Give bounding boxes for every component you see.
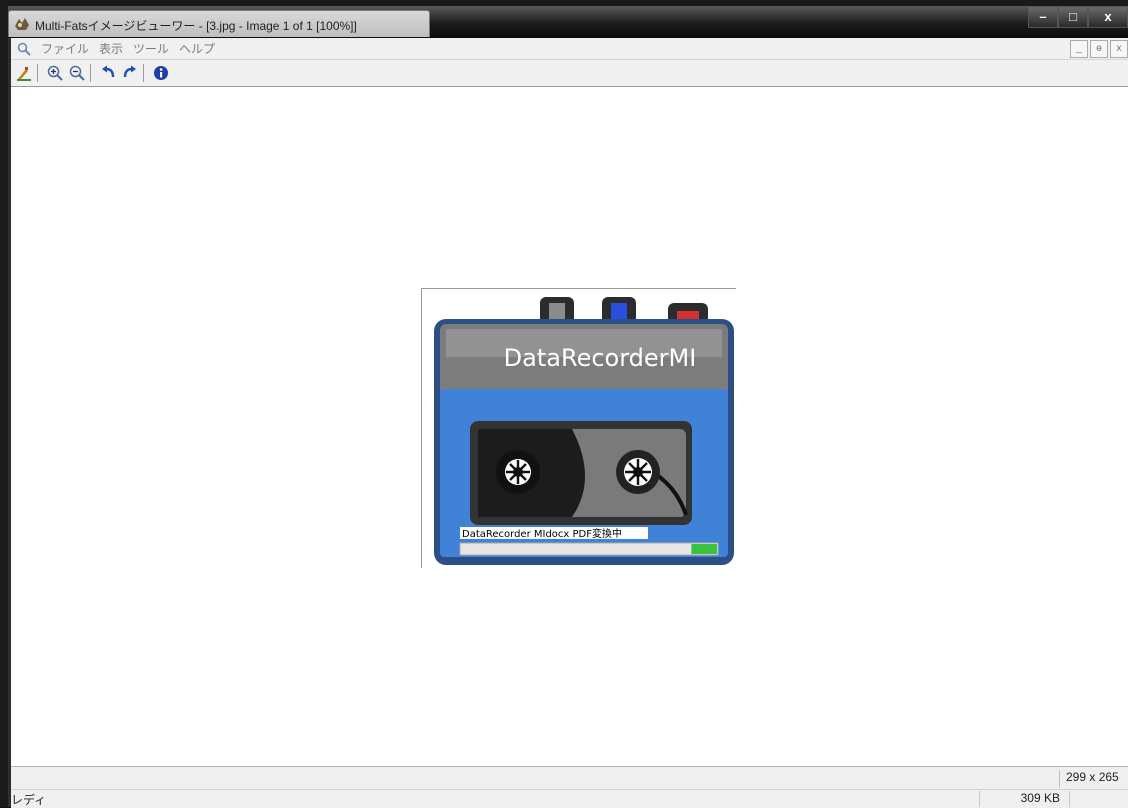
paint-icon[interactable]	[15, 64, 33, 82]
image-dimensions: 299 x 265	[1059, 770, 1128, 788]
menu-view[interactable]: 表示	[99, 40, 123, 57]
toolbar	[11, 60, 1128, 87]
rotate-right-icon[interactable]	[121, 64, 139, 82]
window-title: Multi-Fatsイメージビューワー - [3.jpg - Image 1 o…	[35, 19, 357, 33]
mdi-controls: _ ɵ x	[1070, 40, 1128, 58]
device-label: DataRecorderMI	[504, 344, 697, 372]
window-controls: – □ x	[1028, 6, 1128, 30]
app-icon	[15, 18, 29, 30]
title-tab[interactable]: Multi-Fatsイメージビューワー - [3.jpg - Image 1 o…	[8, 10, 430, 37]
close-button[interactable]: x	[1088, 6, 1128, 28]
image-canvas[interactable]: DataRecorderMI DataRecorder MIdocx PDF変換…	[11, 87, 1128, 766]
conversion-caption: DataRecorder MIdocx PDF変換中	[462, 527, 622, 540]
magnifier-icon[interactable]	[17, 42, 31, 56]
app-frame: ファイル 表示 ツール ヘルプ _ ɵ x DataRecorderMI Dat…	[8, 38, 1128, 808]
maximize-button[interactable]: □	[1058, 6, 1088, 28]
menu-bar: ファイル 表示 ツール ヘルプ _ ɵ x	[11, 38, 1128, 60]
screen: Multi-Fatsイメージビューワー - [3.jpg - Image 1 o…	[0, 0, 1128, 808]
info-icon[interactable]	[152, 64, 170, 82]
rotate-left-icon[interactable]	[99, 64, 117, 82]
file-size: 309 KB	[979, 791, 1066, 807]
zoom-in-icon[interactable]	[46, 64, 64, 82]
toolbar-separator	[90, 64, 91, 82]
toolbar-separator	[37, 64, 38, 82]
title-bar: Multi-Fatsイメージビューワー - [3.jpg - Image 1 o…	[8, 6, 1128, 38]
displayed-image: DataRecorderMI DataRecorder MIdocx PDF変換…	[421, 288, 736, 568]
menu-tools[interactable]: ツール	[133, 40, 169, 57]
mdi-close-button[interactable]: x	[1110, 40, 1128, 58]
toolbar-separator	[143, 64, 144, 82]
zoom-out-icon[interactable]	[68, 64, 86, 82]
mdi-restore-button[interactable]: ɵ	[1090, 40, 1108, 58]
status-panel	[1069, 791, 1128, 807]
status-divider	[11, 789, 1128, 790]
status-text: レディ	[11, 793, 47, 807]
data-recorder-graphic: DataRecorderMI DataRecorder MIdocx PDF変換…	[434, 297, 734, 565]
status-bar: 299 x 265 レディ 309 KB	[11, 766, 1128, 808]
menu-file[interactable]: ファイル	[41, 40, 89, 57]
mdi-minimize-button[interactable]: _	[1070, 40, 1088, 58]
conversion-progress-fill	[691, 544, 717, 554]
menu-help[interactable]: ヘルプ	[179, 40, 215, 57]
minimize-button[interactable]: –	[1028, 6, 1058, 28]
